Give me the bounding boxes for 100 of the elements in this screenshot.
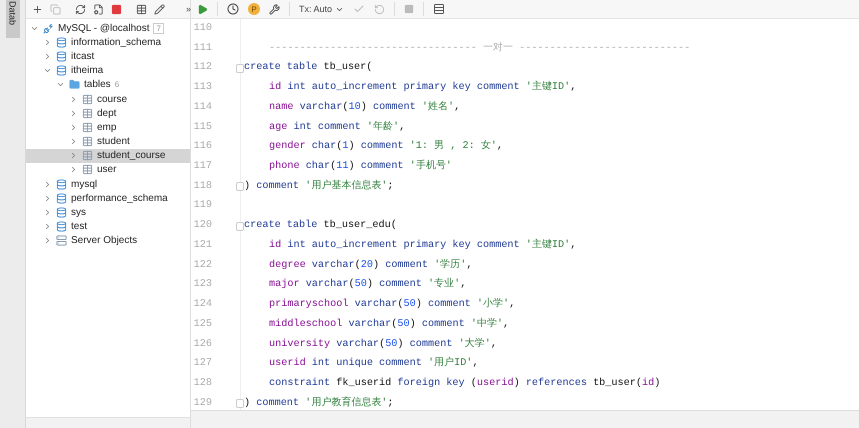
- table-icon: [82, 122, 93, 133]
- item-count: 6: [114, 80, 120, 90]
- line-number: 127: [192, 357, 212, 372]
- run-button[interactable]: [197, 4, 208, 14]
- stop-icon: [404, 4, 414, 14]
- tree-item-label: student: [97, 136, 130, 148]
- tree-item[interactable]: itcast: [26, 49, 190, 64]
- pencil-icon: [154, 4, 165, 14]
- settings-button[interactable]: [269, 4, 280, 14]
- table-icon: [82, 164, 93, 176]
- tree-item[interactable]: performance_schema: [26, 191, 190, 206]
- code-line: create table tb_user(: [243, 60, 372, 76]
- code-line: ) comment '用户基本信息表';: [243, 178, 394, 194]
- tree-item-label: Server Objects: [71, 235, 138, 246]
- database-icon: [56, 207, 67, 218]
- schema-icon: [93, 4, 104, 14]
- item-count: 7: [153, 22, 164, 34]
- clock-icon: [227, 3, 239, 15]
- line-number: 116: [192, 140, 212, 154]
- tree-item[interactable]: mysql: [26, 177, 190, 192]
- transaction-dropdown[interactable]: Tx: Auto: [299, 4, 344, 14]
- table-icon: [82, 150, 93, 162]
- database-icon: [56, 221, 67, 232]
- code-line: constraint fk_userid foreign key (userid) references tb_user(id): [268, 376, 660, 391]
- tree-item-label: itheima: [71, 65, 104, 76]
- code-line: ---------------------------------- 一对一 ----------------------------: [268, 40, 690, 56]
- undo-icon: [374, 4, 386, 14]
- line-number: 125: [192, 318, 212, 332]
- tree-item[interactable]: itheima: [26, 64, 190, 78]
- code-line: age int comment '年龄',: [268, 120, 406, 135]
- tree-item[interactable]: emp: [26, 120, 190, 134]
- table-button[interactable]: [136, 4, 147, 14]
- stop-button[interactable]: [111, 4, 122, 14]
- code-line: id int auto_increment primary key comment '主键ID',: [268, 80, 576, 96]
- database-icon: [56, 50, 67, 62]
- line-number: 121: [192, 238, 212, 253]
- line-number: 128: [192, 376, 212, 391]
- history-button[interactable]: [227, 3, 239, 15]
- line-number: 119: [192, 199, 212, 214]
- code-line: middleschool varchar(50) comment '中学',: [268, 316, 510, 332]
- line-number: 120: [192, 219, 212, 234]
- profile-button[interactable]: P: [248, 3, 260, 15]
- database-icon: [56, 178, 67, 190]
- line-number: 113: [192, 81, 212, 96]
- more-button[interactable]: »: [186, 4, 192, 14]
- tree-item-label: sys: [71, 207, 86, 218]
- tree-item[interactable]: course: [26, 92, 190, 106]
- table-icon: [82, 108, 93, 119]
- tree-item[interactable]: student_course: [26, 148, 190, 163]
- code-line: major varchar(50) comment '专业',: [268, 276, 466, 292]
- tree-item-label: MySQL - @localhost: [58, 22, 150, 34]
- play-icon: [197, 4, 208, 14]
- output-button[interactable]: [433, 3, 446, 15]
- tree-item-label: student_course: [97, 150, 166, 162]
- stop-icon: [111, 4, 122, 14]
- refresh-button[interactable]: [75, 4, 86, 14]
- table-icon: [82, 94, 93, 105]
- tree-item-label: emp: [97, 122, 116, 133]
- tree-item[interactable]: MySQL - @localhost 7: [26, 21, 190, 36]
- code-line: phone char(11) comment '手机号': [268, 158, 452, 174]
- code-line: userid int unique comment '用户ID',: [268, 356, 479, 372]
- schema-button[interactable]: [93, 4, 104, 14]
- code-line: create table tb_user_edu(: [243, 218, 397, 234]
- tree-item-label: information_schema: [71, 36, 162, 48]
- folder-icon: [69, 79, 80, 90]
- tree-item-label: tables: [84, 79, 111, 90]
- database-icon: [56, 192, 67, 204]
- code-line: id int auto_increment primary key comment '主键ID',: [268, 238, 576, 253]
- add-button[interactable]: [32, 4, 43, 14]
- tree-item[interactable]: test: [26, 220, 190, 234]
- line-number: 123: [192, 278, 212, 292]
- line-number: 111: [192, 42, 212, 56]
- line-number: 115: [192, 120, 212, 135]
- tree-item[interactable]: Server Objects: [26, 234, 190, 248]
- tree-item[interactable]: sys: [26, 205, 190, 220]
- line-number: 122: [192, 258, 212, 273]
- tree-item[interactable]: student: [26, 134, 190, 149]
- tree-item-label: course: [97, 94, 128, 105]
- rows-icon: [433, 3, 446, 15]
- line-number: 112: [192, 61, 212, 76]
- tree-item-label: user: [97, 164, 116, 176]
- code-line: degree varchar(20) comment '学历',: [268, 258, 472, 273]
- tree-item[interactable]: tables 6: [26, 78, 190, 92]
- code-line: ) comment '用户教育信息表';: [243, 396, 394, 410]
- tree-item[interactable]: user: [26, 162, 190, 178]
- table-icon: [136, 4, 147, 14]
- line-number: 118: [192, 180, 212, 194]
- side-tab[interactable]: Datab: [6, 0, 20, 38]
- tree-item-label: mysql: [71, 178, 98, 190]
- line-number: 126: [192, 338, 212, 352]
- tree-item-label: itcast: [71, 50, 94, 62]
- line-number: 110: [192, 22, 212, 36]
- table-icon: [82, 136, 93, 148]
- tree-item[interactable]: information_schema: [26, 35, 190, 50]
- code-line: gender char(1) comment '1: 男 , 2: 女',: [268, 139, 504, 154]
- pencil-button[interactable]: [154, 4, 165, 14]
- tree-item-label: performance_schema: [71, 192, 168, 204]
- tree-item[interactable]: dept: [26, 106, 190, 120]
- code-line: primaryschool varchar(50) comment '小学',: [268, 296, 516, 312]
- line-number: 117: [192, 160, 212, 174]
